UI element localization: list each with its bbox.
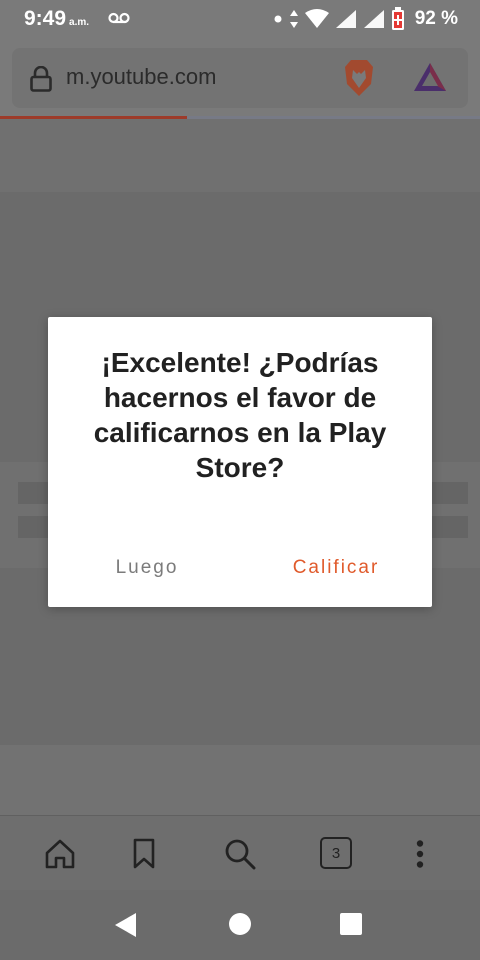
url-text[interactable]: m.youtube.com (66, 64, 216, 90)
home-nav-button[interactable] (229, 913, 251, 935)
data-arrows-icon (289, 10, 298, 28)
tab-switcher-button[interactable]: 3 (320, 837, 352, 869)
more-vert-icon (416, 840, 424, 868)
clock-ampm: a.m. (69, 17, 90, 28)
status-icons: 92 % (273, 6, 458, 32)
address-bar[interactable]: m.youtube.com (12, 48, 468, 108)
recent-apps-button[interactable] (340, 913, 362, 935)
battery-icon (391, 7, 404, 30)
voicemail-icon (108, 12, 130, 24)
brave-lion-icon[interactable] (342, 58, 376, 98)
signal-icon-2 (363, 10, 384, 28)
system-navigation-bar (0, 890, 480, 960)
later-button[interactable]: Luego (102, 557, 192, 579)
bookmark-button[interactable] (126, 836, 162, 872)
tab-count: 3 (331, 844, 341, 862)
battery-percent: 92 % (414, 8, 458, 29)
status-bar: 9:49 a.m. 92 % (0, 0, 480, 38)
clock-text: 9:49 (24, 7, 67, 30)
notification-dot-icon (274, 15, 282, 23)
rating-dialog: ¡Excelente! ¿Podrías hacernos el favor d… (48, 317, 432, 607)
dialog-message: ¡Excelente! ¿Podrías hacernos el favor d… (93, 347, 387, 483)
content-placeholder-band (0, 745, 480, 815)
lock-icon[interactable] (30, 66, 52, 92)
home-icon (45, 839, 75, 869)
page-header-placeholder (0, 119, 480, 192)
search-icon (225, 839, 256, 870)
wifi-icon (304, 9, 329, 28)
search-button[interactable] (222, 836, 258, 872)
signal-icon (335, 10, 356, 28)
home-button[interactable] (42, 836, 78, 872)
back-icon[interactable] (114, 912, 138, 938)
menu-button[interactable] (402, 836, 438, 872)
bookmark-icon (133, 838, 155, 869)
browser-bottom-toolbar: 3 (0, 815, 480, 890)
status-time: 9:49 a.m. (24, 7, 89, 31)
rate-button[interactable]: Calificar (284, 557, 388, 579)
bat-triangle-icon[interactable] (412, 60, 448, 94)
browser-address-area: m.youtube.com (0, 38, 480, 118)
